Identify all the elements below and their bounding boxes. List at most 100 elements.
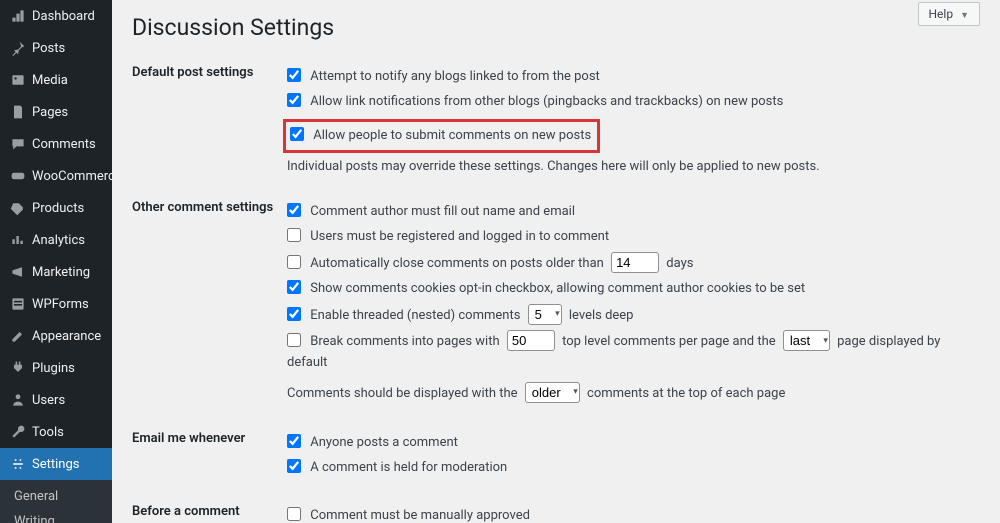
opt-auto-close[interactable]: Automatically close comments on posts ol… — [287, 252, 980, 275]
sidebar-item-appearance[interactable]: Appearance — [0, 320, 112, 352]
woocommerce-icon — [10, 168, 26, 184]
sidebar-item-label: WooCommerce — [32, 169, 112, 184]
sidebar-item-label: Plugins — [32, 361, 75, 376]
help-toggle[interactable]: Help ▼ — [918, 2, 981, 26]
admin-sidebar: Dashboard Posts Media Pages Comments Woo… — [0, 0, 112, 523]
opt-users-registered[interactable]: Users must be registered and logged in t… — [287, 227, 980, 248]
opt-label-mid: top level comments per page and the — [562, 334, 776, 349]
sidebar-item-wpforms[interactable]: WPForms — [0, 288, 112, 320]
sidebar-item-media[interactable]: Media — [0, 64, 112, 96]
checkbox-allow-comments[interactable] — [290, 127, 304, 141]
sidebar-item-users[interactable]: Users — [0, 384, 112, 416]
media-icon — [10, 72, 26, 88]
opt-anyone-posts[interactable]: Anyone posts a comment — [287, 433, 980, 454]
checkbox-auto-close[interactable] — [287, 255, 301, 269]
pin-icon — [10, 40, 26, 56]
tools-icon — [10, 424, 26, 440]
sidebar-item-label: Posts — [32, 41, 65, 56]
settings-icon — [10, 456, 26, 472]
sidebar-item-analytics[interactable]: Analytics — [0, 224, 112, 256]
sidebar-item-marketing[interactable]: Marketing — [0, 256, 112, 288]
submenu-general[interactable]: General — [0, 484, 112, 509]
section-heading-default-post: Default post settings — [132, 53, 287, 188]
select-thread-levels[interactable]: 5 — [528, 304, 562, 325]
checkbox-cookies-optin[interactable] — [287, 280, 301, 294]
opt-label: Attempt to notify any blogs linked to fr… — [310, 69, 600, 84]
opt-label: Allow people to submit comments on new p… — [313, 128, 591, 143]
opt-label: Show comments cookies opt-in checkbox, a… — [310, 281, 805, 296]
chevron-down-icon: ▼ — [960, 11, 969, 21]
sidebar-item-label: Marketing — [32, 265, 90, 280]
checkbox-allow-pingbacks[interactable] — [287, 93, 301, 107]
section-heading-email-me: Email me whenever — [132, 419, 287, 493]
sidebar-item-label: Products — [32, 201, 84, 216]
opt-label: Automatically close comments on posts ol… — [310, 256, 604, 271]
sidebar-item-label: Media — [32, 73, 68, 88]
opt-notify-blogs[interactable]: Attempt to notify any blogs linked to fr… — [287, 67, 980, 88]
sidebar-item-pages[interactable]: Pages — [0, 96, 112, 128]
checkbox-users-registered[interactable] — [287, 228, 301, 242]
opt-label: Users must be registered and logged in t… — [310, 229, 609, 244]
checkbox-threaded[interactable] — [287, 307, 301, 321]
select-default-page[interactable]: last — [783, 330, 830, 351]
opt-display-order: Comments should be displayed with the ol… — [287, 382, 980, 405]
sidebar-item-label: Dashboard — [32, 9, 95, 24]
opt-allow-comments[interactable]: Allow people to submit comments on new p… — [290, 126, 591, 147]
page-icon — [10, 104, 26, 120]
opt-label: Anyone posts a comment — [310, 435, 458, 450]
sidebar-item-tools[interactable]: Tools — [0, 416, 112, 448]
checkbox-break-pages[interactable] — [287, 333, 301, 347]
opt-label-suffix: levels deep — [569, 308, 634, 323]
opt-label: A comment is held for moderation — [310, 460, 507, 475]
opt-label: Comment must be manually approved — [310, 508, 530, 523]
opt-manually-approved[interactable]: Comment must be manually approved — [287, 506, 980, 523]
appearance-icon — [10, 328, 26, 344]
help-label: Help — [929, 7, 954, 21]
opt-label: Allow link notifications from other blog… — [310, 94, 783, 109]
default-post-note: Individual posts may override these sett… — [287, 159, 980, 174]
checkbox-manually-approved[interactable] — [287, 507, 301, 521]
checkbox-held-moderation[interactable] — [287, 459, 301, 473]
checkbox-author-name-email[interactable] — [287, 203, 301, 217]
wpforms-icon — [10, 296, 26, 312]
page-title: Discussion Settings — [132, 14, 980, 41]
sidebar-item-settings[interactable]: Settings — [0, 448, 112, 480]
input-close-days[interactable] — [611, 252, 659, 273]
plugins-icon — [10, 360, 26, 376]
opt-author-name-email[interactable]: Comment author must fill out name and em… — [287, 202, 980, 223]
opt-break-pages[interactable]: Break comments into pages with top level… — [287, 330, 980, 374]
users-icon — [10, 392, 26, 408]
opt-label: Break comments into pages with — [310, 334, 499, 349]
dashboard-icon — [10, 8, 26, 24]
sidebar-item-label: Appearance — [32, 329, 101, 344]
sidebar-item-label: Settings — [32, 457, 79, 472]
opt-threaded[interactable]: Enable threaded (nested) comments 5 leve… — [287, 304, 980, 327]
section-heading-other-comment: Other comment settings — [132, 188, 287, 418]
opt-label: Comments should be displayed with the — [287, 386, 518, 401]
checkbox-anyone-posts[interactable] — [287, 434, 301, 448]
sidebar-item-comments[interactable]: Comments — [0, 128, 112, 160]
sidebar-item-plugins[interactable]: Plugins — [0, 352, 112, 384]
main-content: Help ▼ Discussion Settings Default post … — [112, 0, 1000, 523]
products-icon — [10, 200, 26, 216]
opt-label: Comment author must fill out name and em… — [310, 204, 575, 219]
opt-cookies-optin[interactable]: Show comments cookies opt-in checkbox, a… — [287, 279, 980, 300]
sidebar-item-label: Comments — [32, 137, 96, 152]
section-heading-before-appears: Before a comment appears — [132, 492, 287, 523]
sidebar-item-label: Tools — [32, 425, 64, 440]
opt-label: Enable threaded (nested) comments — [310, 308, 520, 323]
opt-label-suffix: days — [666, 256, 693, 271]
sidebar-item-dashboard[interactable]: Dashboard — [0, 0, 112, 32]
opt-held-moderation[interactable]: A comment is held for moderation — [287, 458, 980, 479]
opt-allow-pingbacks[interactable]: Allow link notifications from other blog… — [287, 92, 980, 113]
input-comments-per-page[interactable] — [507, 330, 555, 351]
opt-label-suffix: comments at the top of each page — [587, 386, 785, 401]
submenu-writing[interactable]: Writing — [0, 509, 112, 523]
checkbox-notify-blogs[interactable] — [287, 68, 301, 82]
sidebar-item-posts[interactable]: Posts — [0, 32, 112, 64]
sidebar-item-woocommerce[interactable]: WooCommerce — [0, 160, 112, 192]
sidebar-item-products[interactable]: Products — [0, 192, 112, 224]
settings-form: Default post settings Attempt to notify … — [132, 53, 980, 523]
sidebar-item-label: Analytics — [32, 233, 85, 248]
select-comment-order[interactable]: older — [525, 382, 580, 403]
